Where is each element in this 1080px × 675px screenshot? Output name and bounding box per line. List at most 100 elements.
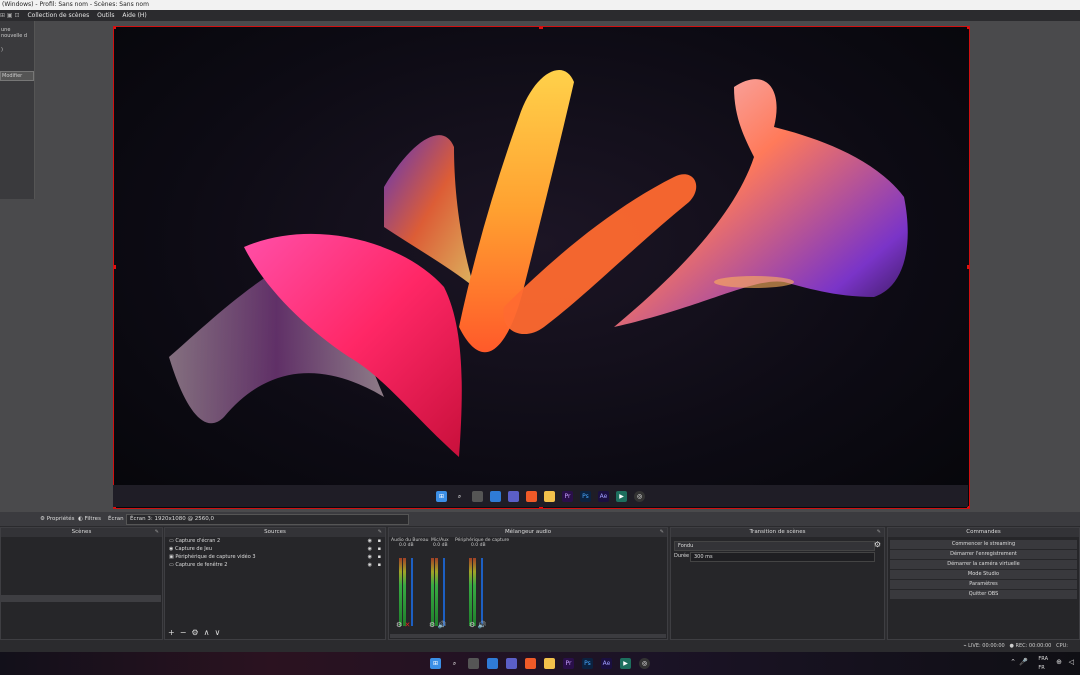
resize-handle-ml[interactable] xyxy=(114,265,116,269)
lang-primary: FRA xyxy=(1038,656,1048,662)
modify-button[interactable]: Modifier xyxy=(0,71,34,81)
gear-icon[interactable]: ⚙ xyxy=(429,621,435,629)
transitions-title: Transition de scènes xyxy=(749,529,806,535)
remove-icon[interactable]: − xyxy=(180,628,187,637)
mixer-scrollbar[interactable] xyxy=(390,634,666,638)
source-item[interactable]: ◉ Capture de Jeu ◉ ▪ xyxy=(165,545,385,553)
sources-toolbar: + − ⚙ ∧ ∨ xyxy=(168,628,225,637)
language-indicator[interactable]: FRA FR xyxy=(1038,655,1048,673)
source-item[interactable]: ▭ Capture d'écran 2 ◉ ▪ xyxy=(165,537,385,545)
lock-icon[interactable]: ▪ xyxy=(378,545,381,553)
volume-fader[interactable] xyxy=(411,558,413,626)
screen-label: Écran xyxy=(108,516,124,522)
source-item[interactable]: ▭ Capture de fenêtre 2 ◉ ▪ xyxy=(165,561,385,569)
gear-icon[interactable]: ⚙ xyxy=(874,540,881,549)
aftereffects-icon: Ae xyxy=(598,490,609,502)
volume-meter xyxy=(473,558,476,626)
source-label: Capture de fenêtre 2 xyxy=(175,562,228,568)
resize-handle-tr[interactable] xyxy=(967,27,969,29)
scene-preview[interactable] xyxy=(113,26,970,509)
speaker-icon[interactable]: 🔊 xyxy=(438,621,447,629)
transition-select[interactable]: Fondu xyxy=(674,541,875,551)
channel-controls: ⚙ ✕ xyxy=(396,621,410,629)
window-title: (Windows) - Profil: Sans nom - Scènes: S… xyxy=(0,0,1080,10)
eye-icon[interactable]: ◉ xyxy=(368,545,372,553)
aftereffects-icon[interactable]: Ae xyxy=(601,658,612,669)
menu-bar: ⊞ ▣ ⊡ Collection de scènes Outils Aide (… xyxy=(0,10,1080,21)
add-icon[interactable]: + xyxy=(168,628,175,637)
scenes-panel: Scènes ✎ xyxy=(0,527,163,640)
photoshop-icon: Ps xyxy=(580,490,591,502)
search-icon: ⌕ xyxy=(457,492,462,500)
pin-icon[interactable]: ✎ xyxy=(155,528,159,537)
channel-controls: ⚙ 🔊 xyxy=(469,621,486,629)
brave-icon xyxy=(526,490,537,502)
gear-icon[interactable]: ⚙ xyxy=(191,628,198,637)
volume-fader[interactable] xyxy=(443,558,445,626)
filters-button[interactable]: ◐ Filtres xyxy=(78,512,101,526)
windows-icon[interactable]: ⊞ xyxy=(430,658,441,669)
lock-icon[interactable]: ▪ xyxy=(378,553,381,561)
obs-icon[interactable]: ◎ xyxy=(639,658,650,669)
menu-item-scene-collection[interactable]: Collection de scènes xyxy=(27,12,89,19)
properties-button[interactable]: ⚙ Propriétés xyxy=(40,512,74,526)
chevron-up-icon[interactable]: ⌃ xyxy=(1010,658,1016,667)
pin-icon[interactable]: ✎ xyxy=(378,528,382,537)
resize-handle-mr[interactable] xyxy=(967,265,969,269)
premiere-icon[interactable]: Pr xyxy=(563,658,574,669)
cpu-usage: CPU: xyxy=(1056,643,1068,649)
taskview-icon[interactable] xyxy=(468,658,479,669)
volume-fader[interactable] xyxy=(481,558,483,626)
mute-icon[interactable]: ✕ xyxy=(405,621,411,629)
resize-handle-tm[interactable] xyxy=(539,27,543,29)
move-up-icon[interactable]: ∧ xyxy=(204,628,210,637)
eye-icon[interactable]: ◉ xyxy=(368,537,372,545)
status-readouts: ⌁ LIVE: 00:00:00 ● REC: 00:00:00 CPU: xyxy=(964,640,1068,652)
gear-icon[interactable]: ⚙ xyxy=(396,621,402,629)
resize-handle-tl[interactable] xyxy=(114,27,116,29)
scenes-title-text: Scènes xyxy=(71,529,92,535)
screen-select[interactable]: Écran 3: 1920x1080 @ 2560,0 xyxy=(126,514,409,525)
photoshop-icon[interactable]: Ps xyxy=(582,658,593,669)
live-time: LIVE: 00:00:00 xyxy=(968,643,1005,649)
taskview-icon xyxy=(472,490,483,502)
lock-icon[interactable]: ▪ xyxy=(378,537,381,545)
microphone-icon[interactable]: 🎤 xyxy=(1019,658,1028,667)
start-recording-button[interactable]: Démarrer l'enregistrement xyxy=(890,550,1077,560)
pin-icon[interactable]: ✎ xyxy=(660,528,664,537)
left-dock-text: une nouvelle d xyxy=(1,27,28,39)
lock-icon[interactable]: ▪ xyxy=(378,561,381,569)
start-virtual-camera-button[interactable]: Démarrer la caméra virtuelle xyxy=(890,560,1077,570)
sources-panel: Sources ✎ ▭ Capture d'écran 2 ◉ ▪ ◉ Capture… xyxy=(164,527,386,640)
speaker-icon[interactable]: ◁ xyxy=(1069,658,1074,667)
studio-mode-button[interactable]: Mode Studio xyxy=(890,570,1077,580)
pin-icon[interactable]: ✎ xyxy=(877,528,881,537)
scene-item-selected[interactable] xyxy=(1,595,161,602)
source-item[interactable]: ▣ Périphérique de capture vidéo 3 ◉ ▪ xyxy=(165,553,385,561)
properties-label: Propriétés xyxy=(46,516,75,522)
gear-icon[interactable]: ⚙ xyxy=(469,621,475,629)
menu-item-tools-left[interactable]: ⊞ ▣ ⊡ xyxy=(0,12,20,19)
eye-icon[interactable]: ◉ xyxy=(368,561,372,569)
terminal-icon[interactable]: ▶ xyxy=(620,658,631,669)
settings-button[interactable]: Paramètres xyxy=(890,580,1077,590)
source-label: Capture de Jeu xyxy=(174,546,212,552)
move-down-icon[interactable]: ∨ xyxy=(214,628,220,637)
start-streaming-button[interactable]: Commencer le streaming xyxy=(890,540,1077,550)
volume-meter xyxy=(403,558,406,626)
source-label: Périphérique de capture vidéo 3 xyxy=(175,554,256,560)
brave-icon[interactable] xyxy=(525,658,536,669)
duration-input[interactable]: 300 ms xyxy=(690,552,875,562)
teams-icon xyxy=(508,490,519,502)
channel-controls: ⚙ 🔊 xyxy=(429,621,446,629)
menu-item-help[interactable]: Aide (H) xyxy=(122,12,146,19)
menu-item-tools[interactable]: Outils xyxy=(97,12,114,19)
widgets-icon[interactable] xyxy=(487,658,498,669)
search-icon[interactable]: ⌕ xyxy=(449,658,460,669)
teams-icon[interactable] xyxy=(506,658,517,669)
speaker-icon[interactable]: 🔊 xyxy=(478,621,487,629)
eye-icon[interactable]: ◉ xyxy=(368,553,372,561)
exit-button[interactable]: Quitter OBS xyxy=(890,590,1077,600)
folder-icon[interactable] xyxy=(544,658,555,669)
globe-icon[interactable]: ⊕ xyxy=(1056,658,1062,667)
